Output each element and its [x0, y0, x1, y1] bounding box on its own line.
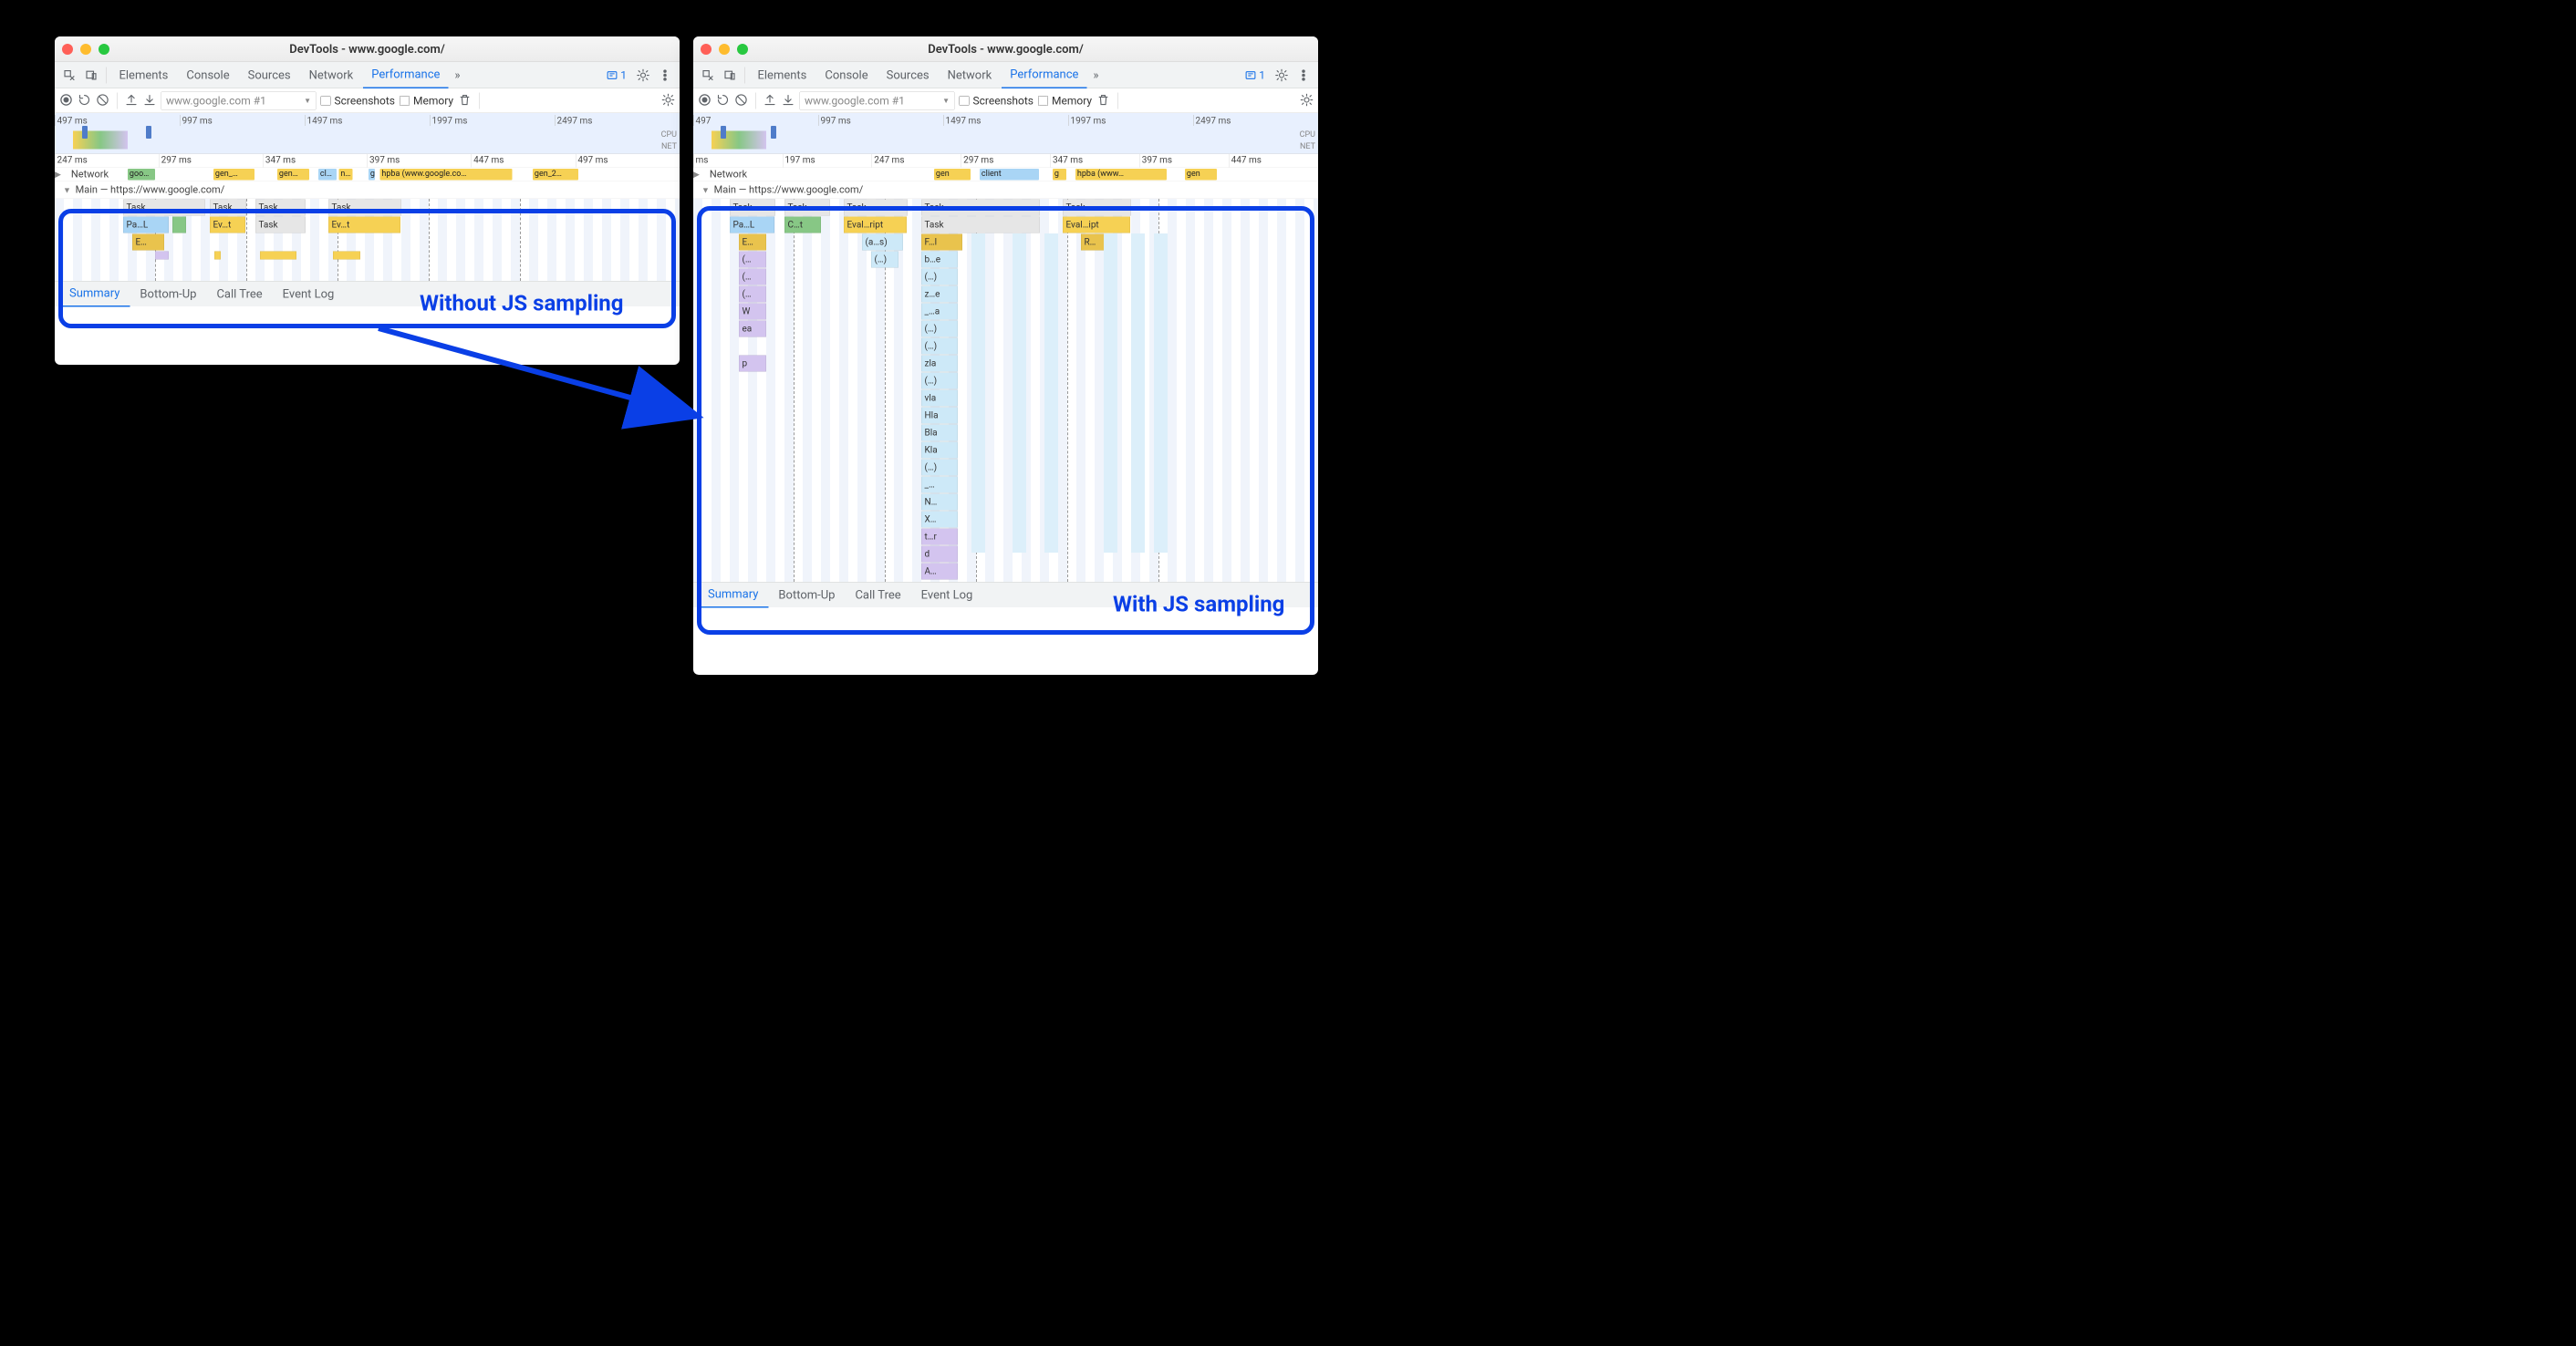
network-entry[interactable]: hpba (www.google.co… [379, 169, 512, 181]
recording-selector[interactable]: www.google.com #1▼ [800, 91, 955, 109]
reload-record-button[interactable] [78, 93, 91, 109]
maximize-button[interactable] [99, 44, 109, 55]
screenshots-checkbox[interactable]: Screenshots [960, 94, 1034, 107]
reload-record-button[interactable] [716, 93, 730, 109]
chevron-down-icon: ▼ [942, 96, 950, 105]
kebab-menu-icon[interactable] [1293, 65, 1314, 85]
network-entry[interactable]: gen [1185, 169, 1217, 181]
traffic-lights [62, 44, 109, 55]
close-button[interactable] [62, 44, 73, 55]
panel-tab-sources[interactable]: Sources [240, 62, 299, 88]
annotation-label-left: Without JS sampling [420, 290, 623, 316]
overview-handle-left[interactable] [82, 126, 88, 139]
main-thread-label[interactable]: ▼ Main — https://www.google.com/ [693, 181, 1318, 199]
net-label: NET [661, 141, 677, 151]
perf-toolbar: www.google.com #1▼ Screenshots Memory [693, 88, 1318, 113]
network-entry[interactable]: n… [338, 169, 352, 181]
panel-tab-console[interactable]: Console [178, 62, 237, 88]
gc-icon[interactable] [1096, 93, 1110, 109]
panel-tab-network[interactable]: Network [940, 62, 1001, 88]
download-profile-icon[interactable] [143, 93, 157, 109]
net-label: NET [1300, 141, 1315, 151]
minimize-button[interactable] [719, 44, 730, 55]
network-entry[interactable]: gen_… [213, 169, 254, 181]
maximize-button[interactable] [737, 44, 748, 55]
disclosure-triangle-icon[interactable]: ▶ [55, 170, 63, 180]
screenshots-checkbox[interactable]: Screenshots [321, 94, 395, 107]
network-entry[interactable]: cl… [318, 169, 337, 181]
panel-tab-sources[interactable]: Sources [878, 62, 938, 88]
device-toggle-icon[interactable] [720, 65, 740, 85]
close-button[interactable] [701, 44, 712, 55]
network-entry[interactable]: gen… [277, 169, 309, 181]
overview-handle-right[interactable] [771, 126, 776, 139]
download-profile-icon[interactable] [782, 93, 795, 109]
record-button[interactable] [698, 93, 712, 109]
timeline-overview[interactable]: 497 ms997 ms1497 ms1997 ms2497 msCPUNET [55, 113, 680, 154]
window-title: DevTools - www.google.com/ [693, 42, 1318, 56]
clear-button[interactable] [734, 93, 748, 109]
panel-tab-network[interactable]: Network [301, 62, 362, 88]
settings-gear-icon[interactable] [633, 65, 653, 85]
annotation-label-right: With JS sampling [1113, 591, 1284, 617]
network-entry[interactable]: g [369, 169, 375, 181]
overview-handle-right[interactable] [146, 126, 151, 139]
network-entry[interactable]: gen [934, 169, 971, 181]
disclosure-triangle-icon[interactable]: ▼ [63, 186, 73, 196]
recording-selector[interactable]: www.google.com #1▼ [161, 91, 317, 109]
record-button[interactable] [59, 93, 73, 109]
minimize-button[interactable] [80, 44, 91, 55]
cpu-label: CPU [661, 129, 677, 140]
timeline-overview[interactable]: 497997 ms1497 ms1997 ms2497 msCPUNET [693, 113, 1318, 154]
overview-handle-left[interactable] [721, 126, 726, 139]
panel-tab-console[interactable]: Console [816, 62, 876, 88]
traffic-lights [701, 44, 748, 55]
network-entry[interactable]: client [980, 169, 1039, 181]
settings-gear-icon[interactable] [1272, 65, 1292, 85]
device-toggle-icon[interactable] [81, 65, 101, 85]
detail-scale: ms197 ms247 ms297 ms347 ms397 ms447 ms [693, 154, 1318, 168]
network-entry[interactable]: goo… [128, 169, 155, 181]
disclosure-triangle-icon[interactable]: ▶ [693, 170, 701, 180]
network-track[interactable]: ▶Networkgoo…gen_…gen…cl…n…ghpba (www.goo… [55, 168, 680, 181]
panel-tab-elements[interactable]: Elements [111, 62, 177, 88]
panel-tabbar: ElementsConsoleSourcesNetworkPerformance… [55, 62, 680, 88]
memory-checkbox[interactable]: Memory [1038, 94, 1092, 107]
titlebar: DevTools - www.google.com/ [55, 36, 680, 62]
panel-tab-elements[interactable]: Elements [750, 62, 815, 88]
capture-settings-gear-icon[interactable] [1300, 93, 1314, 109]
panel-tab-performance[interactable]: Performance [363, 62, 448, 88]
network-track[interactable]: ▶Networkgenclientghpba (www…gen [693, 168, 1318, 181]
upload-profile-icon[interactable] [125, 93, 139, 109]
upload-profile-icon[interactable] [763, 93, 777, 109]
capture-settings-gear-icon[interactable] [661, 93, 675, 109]
cpu-label: CPU [1300, 129, 1315, 140]
chevron-down-icon: ▼ [304, 96, 311, 105]
more-tabs-icon[interactable]: » [450, 68, 464, 82]
main-thread-label[interactable]: ▼ Main — https://www.google.com/ [55, 181, 680, 199]
perf-toolbar: www.google.com #1▼ Screenshots Memory [55, 88, 680, 113]
inspect-element-icon[interactable] [698, 65, 718, 85]
memory-checkbox[interactable]: Memory [400, 94, 453, 107]
network-entry[interactable]: hpba (www… [1075, 169, 1167, 181]
kebab-menu-icon[interactable] [655, 65, 675, 85]
panel-tab-performance[interactable]: Performance [1002, 62, 1086, 88]
panel-tabbar: ElementsConsoleSourcesNetworkPerformance… [693, 62, 1318, 88]
window-title: DevTools - www.google.com/ [55, 42, 680, 56]
more-tabs-icon[interactable]: » [1088, 68, 1103, 82]
clear-button[interactable] [96, 93, 109, 109]
annotation-box-right [697, 206, 1314, 635]
titlebar: DevTools - www.google.com/ [693, 36, 1318, 62]
issues-badge[interactable]: 1 [601, 68, 631, 81]
network-entry[interactable]: gen_2… [533, 169, 578, 181]
disclosure-triangle-icon[interactable]: ▼ [701, 186, 712, 196]
detail-scale: 247 ms297 ms347 ms397 ms447 ms497 ms [55, 154, 680, 168]
issues-badge[interactable]: 1 [1240, 68, 1270, 81]
network-entry[interactable]: g [1053, 169, 1066, 181]
gc-icon[interactable] [458, 93, 472, 109]
inspect-element-icon[interactable] [59, 65, 79, 85]
annotation-arrow [365, 315, 712, 442]
